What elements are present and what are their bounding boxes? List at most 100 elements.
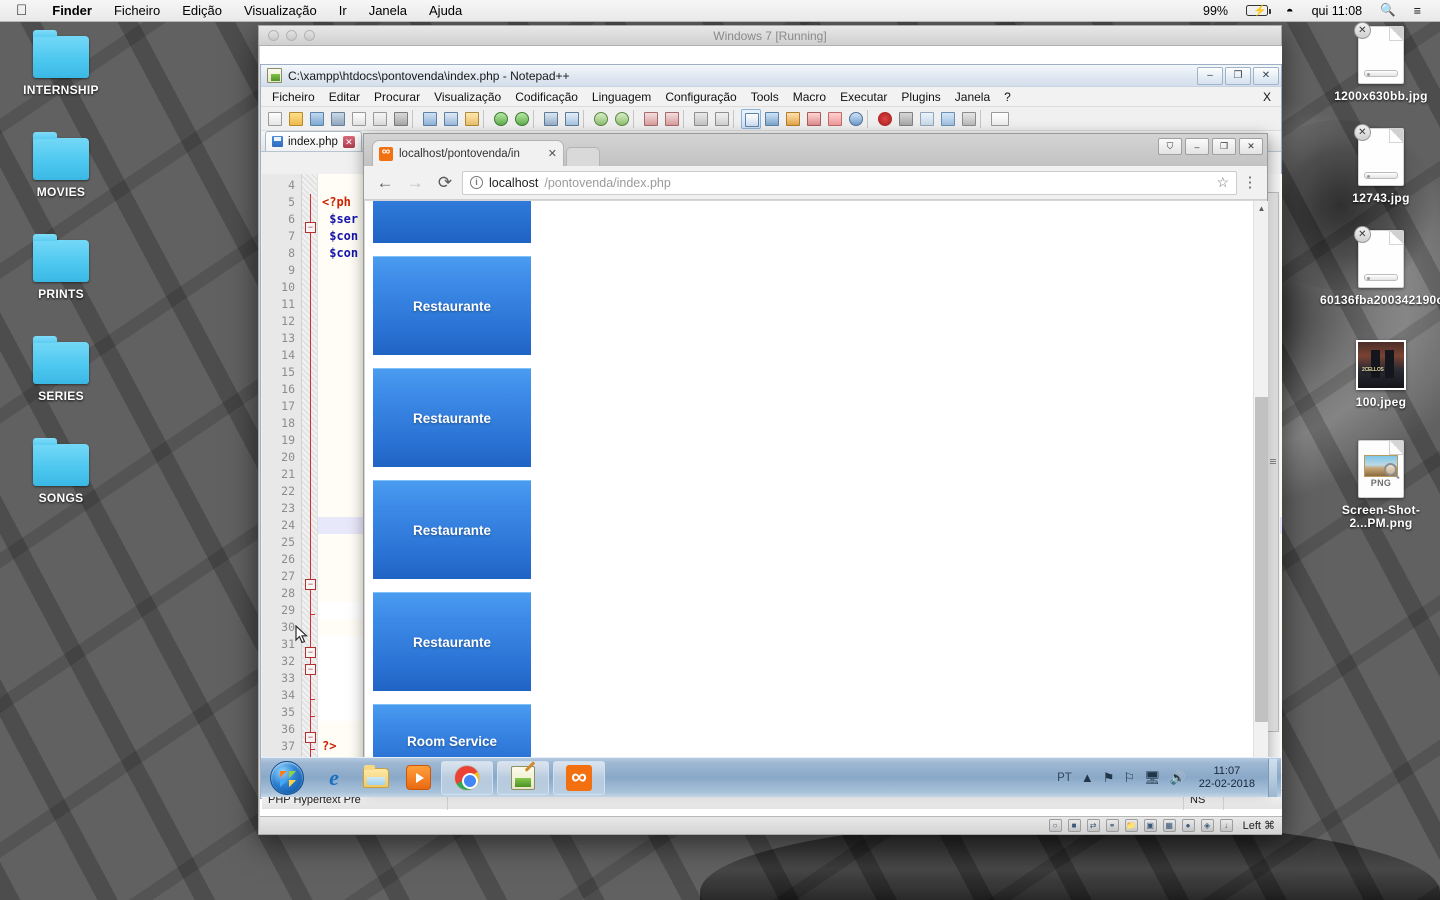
close-button[interactable]: ✕ [1253,66,1279,85]
sync-horizontal-icon[interactable] [662,109,682,129]
info-icon[interactable]: i [470,176,483,189]
npp-menu-configuracao[interactable]: Configuração [658,87,743,107]
start-button[interactable] [261,759,313,797]
desktop-icon-60136fba[interactable]: ✕ 60136fba200342190c67...0x1.jpg [1320,226,1440,307]
monitoring-icon[interactable] [846,109,866,129]
quick-launch-ie[interactable]: e [313,759,355,797]
volume-icon[interactable]: 🔊 [1170,770,1186,786]
npp-menu-executar[interactable]: Executar [833,87,894,107]
desktop-icon-1200x630bb[interactable]: ✕ 1200x630bb.jpg [1326,22,1436,103]
wifi-icon[interactable]: ◓ [1277,4,1303,18]
doc-map-icon[interactable] [783,109,803,129]
indent-guide-icon[interactable] [741,108,761,129]
save-all-icon[interactable] [328,109,348,129]
vbox-display-icon[interactable]: ▣ [1143,819,1157,832]
fold-box[interactable]: − [305,579,316,590]
vbox-remote-desktop-icon[interactable]: ▦ [1162,819,1176,832]
menubar-clock[interactable]: qui 11:08 [1303,4,1372,18]
new-tab-icon[interactable] [566,147,600,166]
battery-icon[interactable]: ⚡ [1237,4,1277,18]
page-vertical-scrollbar[interactable]: ▲ ▼ [1253,201,1268,787]
fold-box[interactable]: − [305,732,316,743]
reload-button[interactable]: ⟳ [432,173,458,193]
page-button-restaurante-2[interactable]: Restaurante [373,368,531,467]
close-file-icon[interactable] [349,109,369,129]
desktop-icon-series[interactable]: SERIES [6,336,116,403]
address-bar[interactable]: i localhost/pontovenda/index.php ☆ [462,170,1237,195]
desktop-icon-12743[interactable]: ✕ 12743.jpg [1326,124,1436,205]
word-wrap-icon[interactable] [691,109,711,129]
page-button-restaurante-3[interactable]: Restaurante [373,480,531,579]
network-error-icon[interactable]: ⚑ [1103,770,1115,786]
menu-item-finder[interactable]: Finder [41,0,103,22]
close-badge-icon[interactable]: ✕ [1354,124,1371,141]
npp-menu-codificacao[interactable]: Codificação [508,87,585,107]
close-button[interactable]: ✕ [1239,138,1263,155]
forward-button[interactable]: → [402,173,428,193]
sync-vertical-icon[interactable] [641,109,661,129]
chrome-profile-button[interactable]: ⛉ [1158,138,1182,155]
close-badge-icon[interactable]: ✕ [1354,226,1371,243]
taskbar-clock[interactable]: 11:07 22-02-2018 [1195,765,1259,791]
close-badge-icon[interactable]: ✕ [1354,22,1371,39]
cut-icon[interactable] [420,109,440,129]
desktop-icon-songs[interactable]: SONGS [6,438,116,505]
npp-tab-index-php[interactable]: index.php ✕ [265,131,362,151]
npp-menu-linguagem[interactable]: Linguagem [585,87,658,107]
vbox-host-key-icon[interactable]: ↓ [1219,819,1233,832]
minimize-button[interactable]: – [1185,138,1209,155]
code-folding-gutter[interactable]: − − − − − [302,174,318,774]
menu-item-ajuda[interactable]: Ajuda [418,0,473,22]
print-icon[interactable] [391,109,411,129]
menu-item-ir[interactable]: Ir [328,0,358,22]
vbox-optical-drive-icon[interactable]: ○ [1048,819,1062,832]
battery-percentage[interactable]: 99% [1194,4,1237,18]
close-icon[interactable]: ✕ [342,135,355,148]
play-macro-icon[interactable] [917,109,937,129]
spellcheck-icon[interactable] [988,109,1012,129]
apple-icon[interactable]:  [0,3,41,18]
menu-item-visualizacao[interactable]: Visualização [233,0,328,22]
desktop-icon-movies[interactable]: MOVIES [6,132,116,199]
search-icon[interactable]: 🔍 [1371,3,1405,18]
close-all-icon[interactable] [370,109,390,129]
scrollbar-thumb[interactable] [1255,397,1268,722]
save-macro-icon[interactable] [959,109,979,129]
menu-item-janela[interactable]: Janela [358,0,418,22]
copy-icon[interactable] [441,109,461,129]
quick-launch-media-player[interactable] [397,759,439,797]
function-list-icon[interactable] [804,109,824,129]
stop-macro-icon[interactable] [896,109,916,129]
zoom-out-icon[interactable] [612,109,632,129]
desktop-icon-prints[interactable]: PRINTS [6,234,116,301]
replace-icon[interactable] [562,109,582,129]
save-icon[interactable] [307,109,327,129]
undo-icon[interactable] [491,109,511,129]
open-file-icon[interactable] [286,109,306,129]
npp-menu-editar[interactable]: Editar [322,87,367,107]
network-icon[interactable]: 🖥 [1144,770,1161,786]
show-hidden-icons-button[interactable]: ▲ [1081,770,1094,785]
desktop-icon-screenshot[interactable]: PNG Screen-Shot-2...PM.png [1320,440,1440,530]
vbox-guest-additions-icon[interactable]: ◈ [1200,819,1214,832]
npp-menu-help[interactable]: ? [997,87,1018,107]
desktop-icon-internship[interactable]: INTERNSHIP [6,30,116,97]
page-button-restaurante-4[interactable]: Restaurante [373,592,531,691]
zoom-in-icon[interactable] [591,109,611,129]
action-center-icon[interactable]: ⚐ [1123,770,1135,786]
npp-menu-plugins[interactable]: Plugins [894,87,947,107]
record-macro-icon[interactable] [875,109,895,129]
vbox-shared-folders-icon[interactable]: 📁 [1124,819,1138,832]
back-button[interactable]: ← [372,173,398,193]
taskbar-button-xampp[interactable] [553,760,605,795]
desktop-icon-100jpeg[interactable]: 2CELLOS 100.jpeg [1326,340,1436,409]
star-icon[interactable]: ☆ [1216,174,1229,191]
page-button-partial[interactable] [373,201,531,243]
minimize-button[interactable]: – [1197,66,1223,85]
taskbar-button-chrome[interactable] [441,760,493,795]
restore-button[interactable]: ❐ [1225,66,1251,85]
redo-icon[interactable] [512,109,532,129]
folder-workspace-icon[interactable] [825,109,845,129]
scroll-up-arrow[interactable]: ▲ [1254,201,1268,216]
paste-icon[interactable] [462,109,482,129]
